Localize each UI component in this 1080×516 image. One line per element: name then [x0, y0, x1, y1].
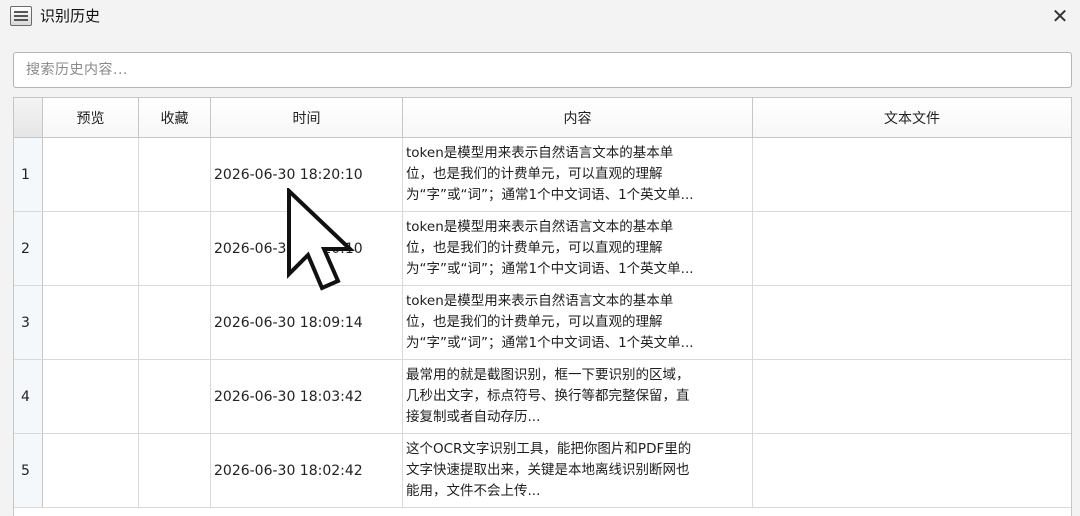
- content-cell[interactable]: token是模型用来表示自然语言文本的基本单 位，也是我们的计费单元，可以直观的…: [403, 212, 753, 285]
- row-number[interactable]: 1: [14, 138, 43, 211]
- text-file-cell[interactable]: [753, 138, 1071, 211]
- time-cell[interactable]: 2026-06-30 18:20:10: [211, 212, 403, 285]
- favorite-cell[interactable]: [139, 138, 211, 211]
- table-row[interactable]: 3 2026-06-30 18:09:14 token是模型用来表示自然语言文本…: [14, 286, 1071, 360]
- history-window: 识别历史 ✕ 预览 收藏 时间 内容 文本文件 1 2026-06-30 18:…: [0, 0, 1080, 516]
- table-row[interactable]: 4 2026-06-30 18:03:42 最常用的就是截图识别，框一下要识别的…: [14, 360, 1071, 434]
- column-header-text-file[interactable]: 文本文件: [753, 98, 1071, 137]
- content-cell[interactable]: token是模型用来表示自然语言文本的基本单 位，也是我们的计费单元，可以直观的…: [403, 286, 753, 359]
- favorite-cell[interactable]: [139, 286, 211, 359]
- preview-cell[interactable]: [43, 138, 139, 211]
- favorite-cell[interactable]: [139, 360, 211, 433]
- content-cell[interactable]: token是模型用来表示自然语言文本的基本单 位，也是我们的计费单元，可以直观的…: [403, 138, 753, 211]
- preview-cell[interactable]: [43, 360, 139, 433]
- text-file-cell[interactable]: [753, 434, 1071, 507]
- table-row[interactable]: 1 2026-06-30 18:20:10 token是模型用来表示自然语言文本…: [14, 138, 1071, 212]
- row-number[interactable]: 3: [14, 286, 43, 359]
- table-row[interactable]: 5 2026-06-30 18:02:42 这个OCR文字识别工具，能把你图片和…: [14, 434, 1071, 508]
- row-number[interactable]: 4: [14, 360, 43, 433]
- time-cell[interactable]: 2026-06-30 18:03:42: [211, 360, 403, 433]
- search-input[interactable]: [13, 52, 1072, 88]
- close-button[interactable]: ✕: [1048, 4, 1072, 28]
- preview-cell[interactable]: [43, 434, 139, 507]
- row-number[interactable]: 2: [14, 212, 43, 285]
- time-cell[interactable]: 2026-06-30 18:20:10: [211, 138, 403, 211]
- favorite-cell[interactable]: [139, 434, 211, 507]
- time-cell[interactable]: 2026-06-30 18:02:42: [211, 434, 403, 507]
- preview-cell[interactable]: [43, 212, 139, 285]
- table-row[interactable]: 2 2026-06-30 18:20:10 token是模型用来表示自然语言文本…: [14, 212, 1071, 286]
- content-cell[interactable]: 这个OCR文字识别工具，能把你图片和PDF里的 文字快速提取出来，关键是本地离线…: [403, 434, 753, 507]
- title-bar: 识别历史 ✕: [0, 0, 1080, 34]
- time-cell[interactable]: 2026-06-30 18:09:14: [211, 286, 403, 359]
- select-all-corner[interactable]: [14, 98, 43, 137]
- column-header-preview[interactable]: 预览: [43, 98, 139, 137]
- history-table: 预览 收藏 时间 内容 文本文件 1 2026-06-30 18:20:10 t…: [13, 97, 1072, 516]
- text-file-cell[interactable]: [753, 360, 1071, 433]
- text-file-cell[interactable]: [753, 286, 1071, 359]
- text-file-cell[interactable]: [753, 212, 1071, 285]
- content-cell[interactable]: 最常用的就是截图识别，框一下要识别的区域， 几秒出文字，标点符号、换行等都完整保…: [403, 360, 753, 433]
- column-header-content[interactable]: 内容: [403, 98, 753, 137]
- table-header: 预览 收藏 时间 内容 文本文件: [14, 98, 1071, 138]
- app-icon: [10, 6, 32, 26]
- favorite-cell[interactable]: [139, 212, 211, 285]
- preview-cell[interactable]: [43, 286, 139, 359]
- window-title: 识别历史: [40, 7, 101, 25]
- row-number[interactable]: 5: [14, 434, 43, 507]
- column-header-time[interactable]: 时间: [211, 98, 403, 137]
- column-header-favorite[interactable]: 收藏: [139, 98, 211, 137]
